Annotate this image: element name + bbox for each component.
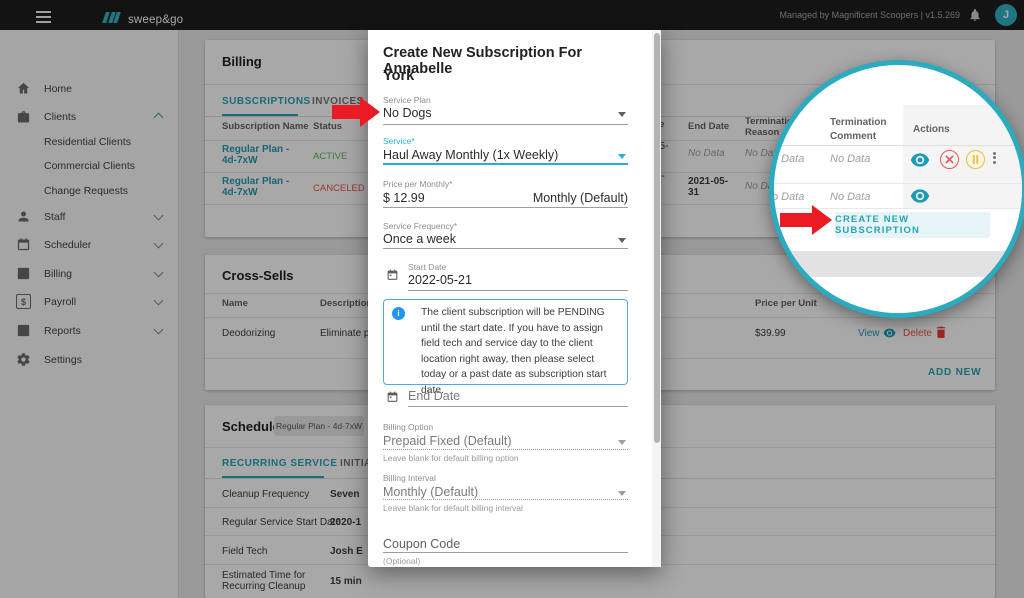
termination-comment-cell: No Data: [830, 191, 870, 203]
service-frequency-select[interactable]: Once a week: [383, 232, 456, 246]
termination-reason-cell: No Data: [769, 153, 804, 165]
billing-option-helper: Leave blank for default billing option: [383, 453, 519, 463]
view-eye-icon[interactable]: [910, 153, 930, 167]
billing-interval-label: Billing Interval: [383, 473, 436, 483]
start-date-label: Start Date: [408, 262, 446, 272]
billing-interval-helper: Leave blank for default billing interval: [383, 503, 523, 513]
service-frequency-label: Service Frequency*: [383, 221, 457, 231]
app-screen: sweep&go Managed by Magnificent Scoopers…: [0, 0, 1024, 598]
billing-option-select[interactable]: Prepaid Fixed (Default): [383, 434, 512, 448]
coupon-helper: (Optional): [383, 556, 420, 566]
pending-info-text: The client subscription will be PENDING …: [421, 305, 621, 398]
billing-interval-select[interactable]: Monthly (Default): [383, 485, 478, 499]
service-select[interactable]: Haul Away Monthly (1x Weekly): [383, 148, 558, 162]
cancel-x-icon[interactable]: [940, 150, 959, 169]
pending-info-box: i The client subscription will be PENDIN…: [383, 299, 628, 385]
price-label: Price per Monthly*: [383, 179, 452, 189]
coupon-code-input[interactable]: Coupon Code: [383, 537, 460, 551]
price-input[interactable]: $ 12.99: [383, 191, 425, 205]
zoom-callout-circle: Termination Comment Actions No Data No D…: [769, 60, 1024, 318]
dropdown-caret-icon[interactable]: [618, 154, 626, 159]
service-plan-select[interactable]: No Dogs: [383, 106, 432, 120]
price-suffix: Monthly (Default): [533, 191, 628, 205]
start-date-input[interactable]: 2022-05-21: [408, 273, 472, 287]
calendar-icon[interactable]: [386, 390, 399, 404]
col-header-actions: Actions: [913, 124, 950, 135]
more-options-kebab-icon[interactable]: [992, 150, 997, 165]
termination-reason-cell: No Data: [769, 191, 804, 203]
card-gap-band: [774, 251, 1022, 277]
end-date-input[interactable]: End Date: [408, 389, 460, 403]
calendar-icon[interactable]: [386, 268, 399, 282]
dropdown-caret-icon[interactable]: [618, 491, 626, 496]
termination-comment-cell: No Data: [830, 153, 870, 165]
service-plan-label: Service Plan: [383, 95, 431, 105]
modal-title-line2: York: [383, 68, 414, 84]
billing-option-label: Billing Option: [383, 422, 433, 432]
col-header-termination-comment-line2: Comment: [830, 131, 876, 142]
dropdown-caret-icon[interactable]: [618, 112, 626, 117]
dropdown-caret-icon[interactable]: [618, 440, 626, 445]
info-icon: i: [392, 307, 405, 320]
modal-scrollbar-thumb[interactable]: [654, 33, 660, 443]
col-header-termination-comment-line1: Termination: [830, 117, 886, 128]
modal-title-line1: Create New Subscription For Annabelle: [383, 45, 648, 77]
view-eye-icon[interactable]: [910, 189, 930, 203]
service-label: Service*: [383, 136, 415, 146]
create-subscription-modal: Create New Subscription For Annabelle Yo…: [368, 30, 661, 567]
pause-icon[interactable]: [966, 150, 985, 169]
dropdown-caret-icon[interactable]: [618, 238, 626, 243]
create-new-subscription-button[interactable]: CREATE NEW SUBSCRIPTION: [835, 212, 990, 238]
next-card-band: [774, 277, 1022, 313]
